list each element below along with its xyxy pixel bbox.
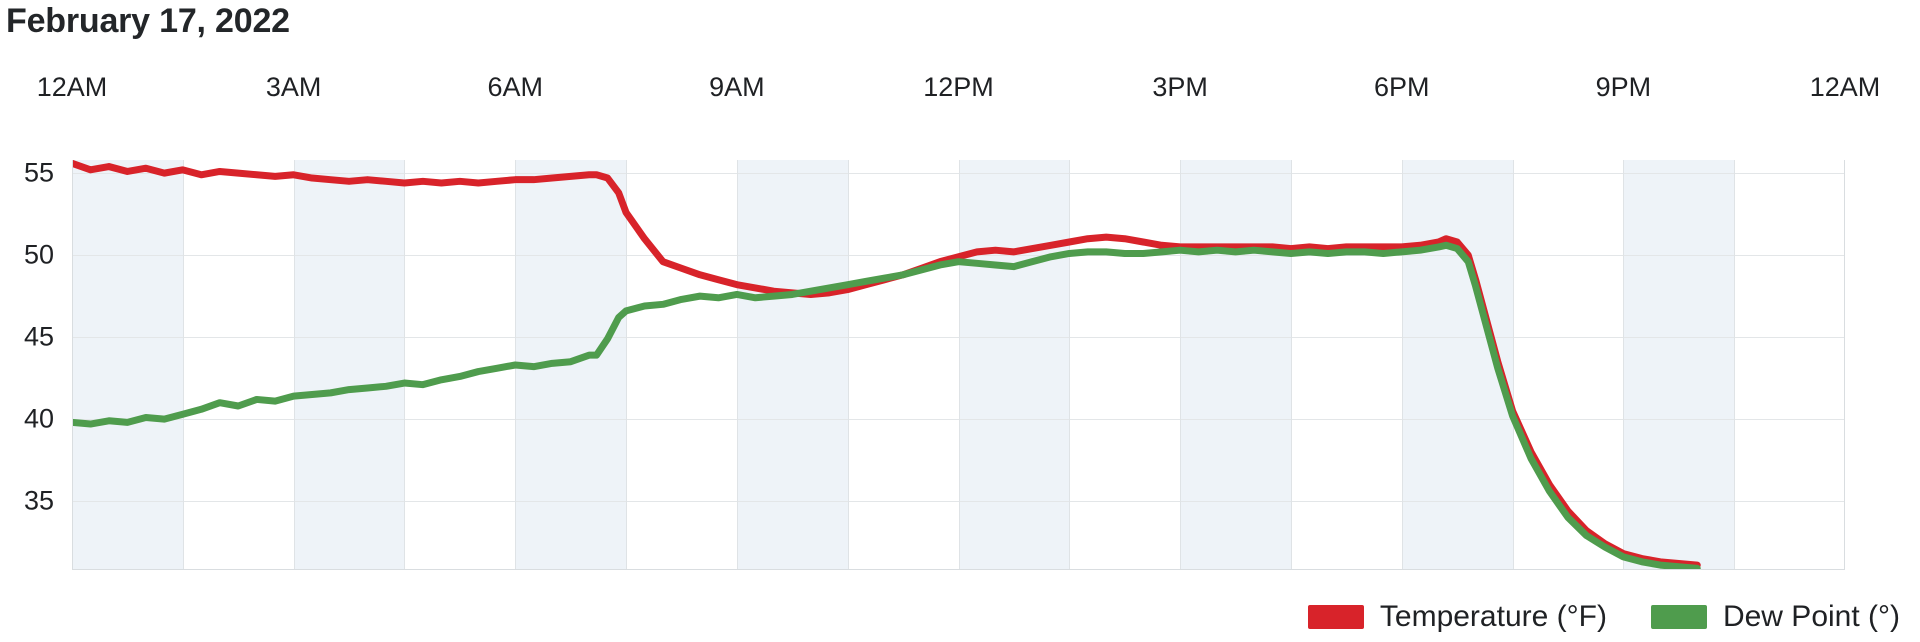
series-line	[72, 160, 1701, 569]
plot-border-right	[1844, 160, 1845, 570]
x-tick-label: 12AM	[36, 72, 108, 102]
x-axis-labels: 12AM 3AM 6AM 9AM 12PM 3PM 6PM 9PM 12AM	[37, 72, 1881, 110]
x-tick-label: 6PM	[1373, 72, 1430, 102]
y-tick-label: 35	[23, 485, 54, 516]
series-line	[72, 241, 1701, 570]
x-tick-label: 3AM	[265, 72, 322, 102]
series-lines	[72, 160, 1701, 570]
x-tick-label: 12PM	[923, 72, 994, 102]
legend-item[interactable]: Temperature (°F)	[1307, 600, 1607, 634]
y-tick-label: 45	[23, 321, 54, 352]
x-tick-label: 3PM	[1152, 72, 1208, 102]
x-tick-label: 9AM	[709, 72, 765, 102]
x-tick-label: 6AM	[487, 72, 544, 102]
y-tick-label: 55	[23, 157, 54, 188]
weather-chart-page: February 17, 2022 12AM 3AM 6AM 9AM 12PM 3PM 6P…	[0, 0, 1920, 642]
legend-label: Temperature (°F)	[1379, 600, 1607, 633]
page-title: February 17, 2022	[6, 2, 290, 40]
legend-color-swatch	[1307, 605, 1364, 629]
legend-color-swatch	[1650, 605, 1707, 629]
plot-border-left	[72, 160, 73, 570]
plot-border-bottom	[72, 569, 1845, 570]
plot-area	[72, 160, 1845, 570]
x-tick-label: 9PM	[1595, 72, 1652, 102]
legend-label: Dew Point (°)	[1722, 600, 1900, 633]
chart-legend: Temperature (°F) Dew Point (°)	[0, 600, 1920, 634]
y-tick-label: 50	[23, 239, 54, 270]
x-tick-label: 12AM	[1809, 72, 1881, 102]
y-axis-labels: 55 50 45 40 35	[0, 157, 64, 570]
y-tick-label: 40	[23, 403, 54, 434]
legend-item[interactable]: Dew Point (°)	[1650, 600, 1900, 634]
